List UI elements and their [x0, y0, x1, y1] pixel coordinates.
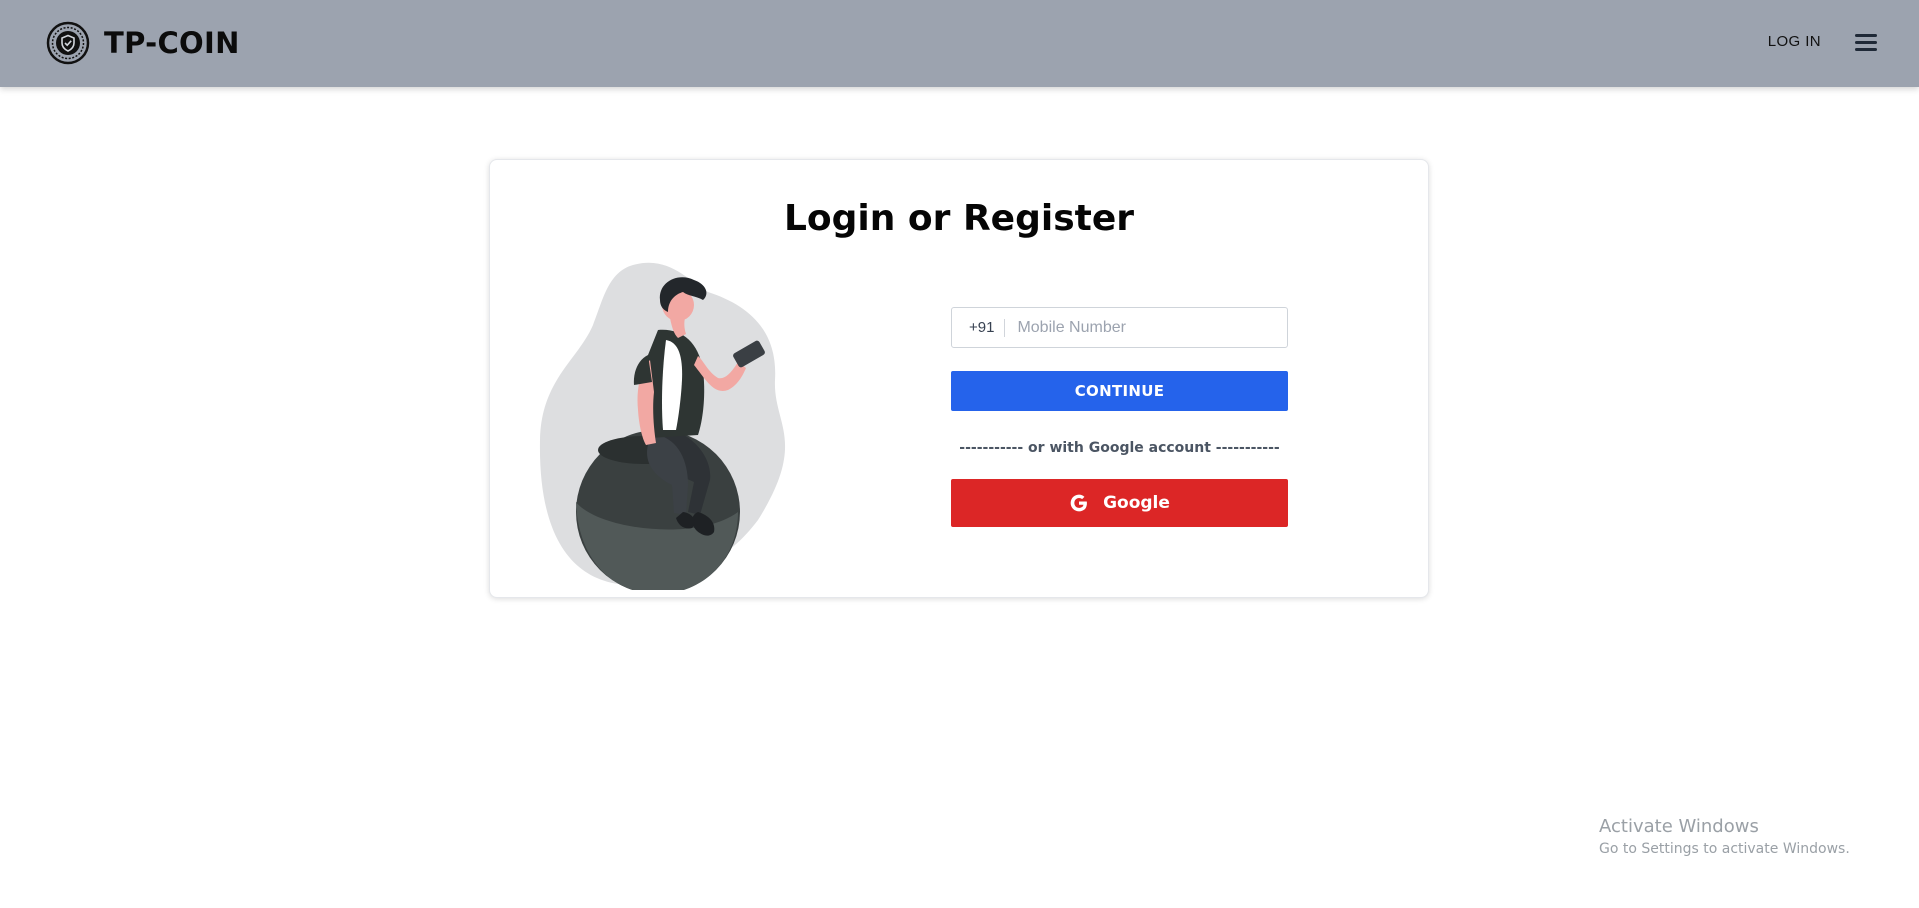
google-login-button[interactable]: Google: [951, 479, 1288, 527]
continue-button[interactable]: CONTINUE: [951, 371, 1288, 411]
shield-coin-logo-icon: [46, 21, 90, 65]
windows-activation-watermark: Activate Windows Go to Settings to activ…: [1599, 816, 1850, 857]
brand-name: TP-COIN: [104, 26, 240, 60]
top-navbar: TP-COIN LOG IN: [0, 0, 1919, 87]
watermark-title: Activate Windows: [1599, 816, 1759, 837]
login-form: +91 CONTINUE ----------- or with Google …: [951, 307, 1288, 527]
mobile-number-field[interactable]: +91: [951, 307, 1288, 348]
person-on-ball-illustration: [539, 262, 786, 590]
brand[interactable]: TP-COIN: [46, 20, 240, 66]
country-code-prefix: +91: [952, 318, 1006, 337]
mobile-number-input[interactable]: [1005, 309, 1287, 346]
google-g-icon: [1070, 494, 1087, 512]
watermark-subtitle: Go to Settings to activate Windows.: [1599, 841, 1850, 857]
google-divider-text: ----------- or with Google account -----…: [959, 440, 1280, 456]
google-button-label: Google: [1103, 493, 1170, 513]
login-register-card: Login or Register +91 CONTINUE: [489, 159, 1429, 598]
page-title: Login or Register: [783, 198, 1134, 239]
hamburger-menu-icon[interactable]: [1853, 30, 1879, 54]
login-link[interactable]: LOG IN: [1768, 33, 1821, 50]
